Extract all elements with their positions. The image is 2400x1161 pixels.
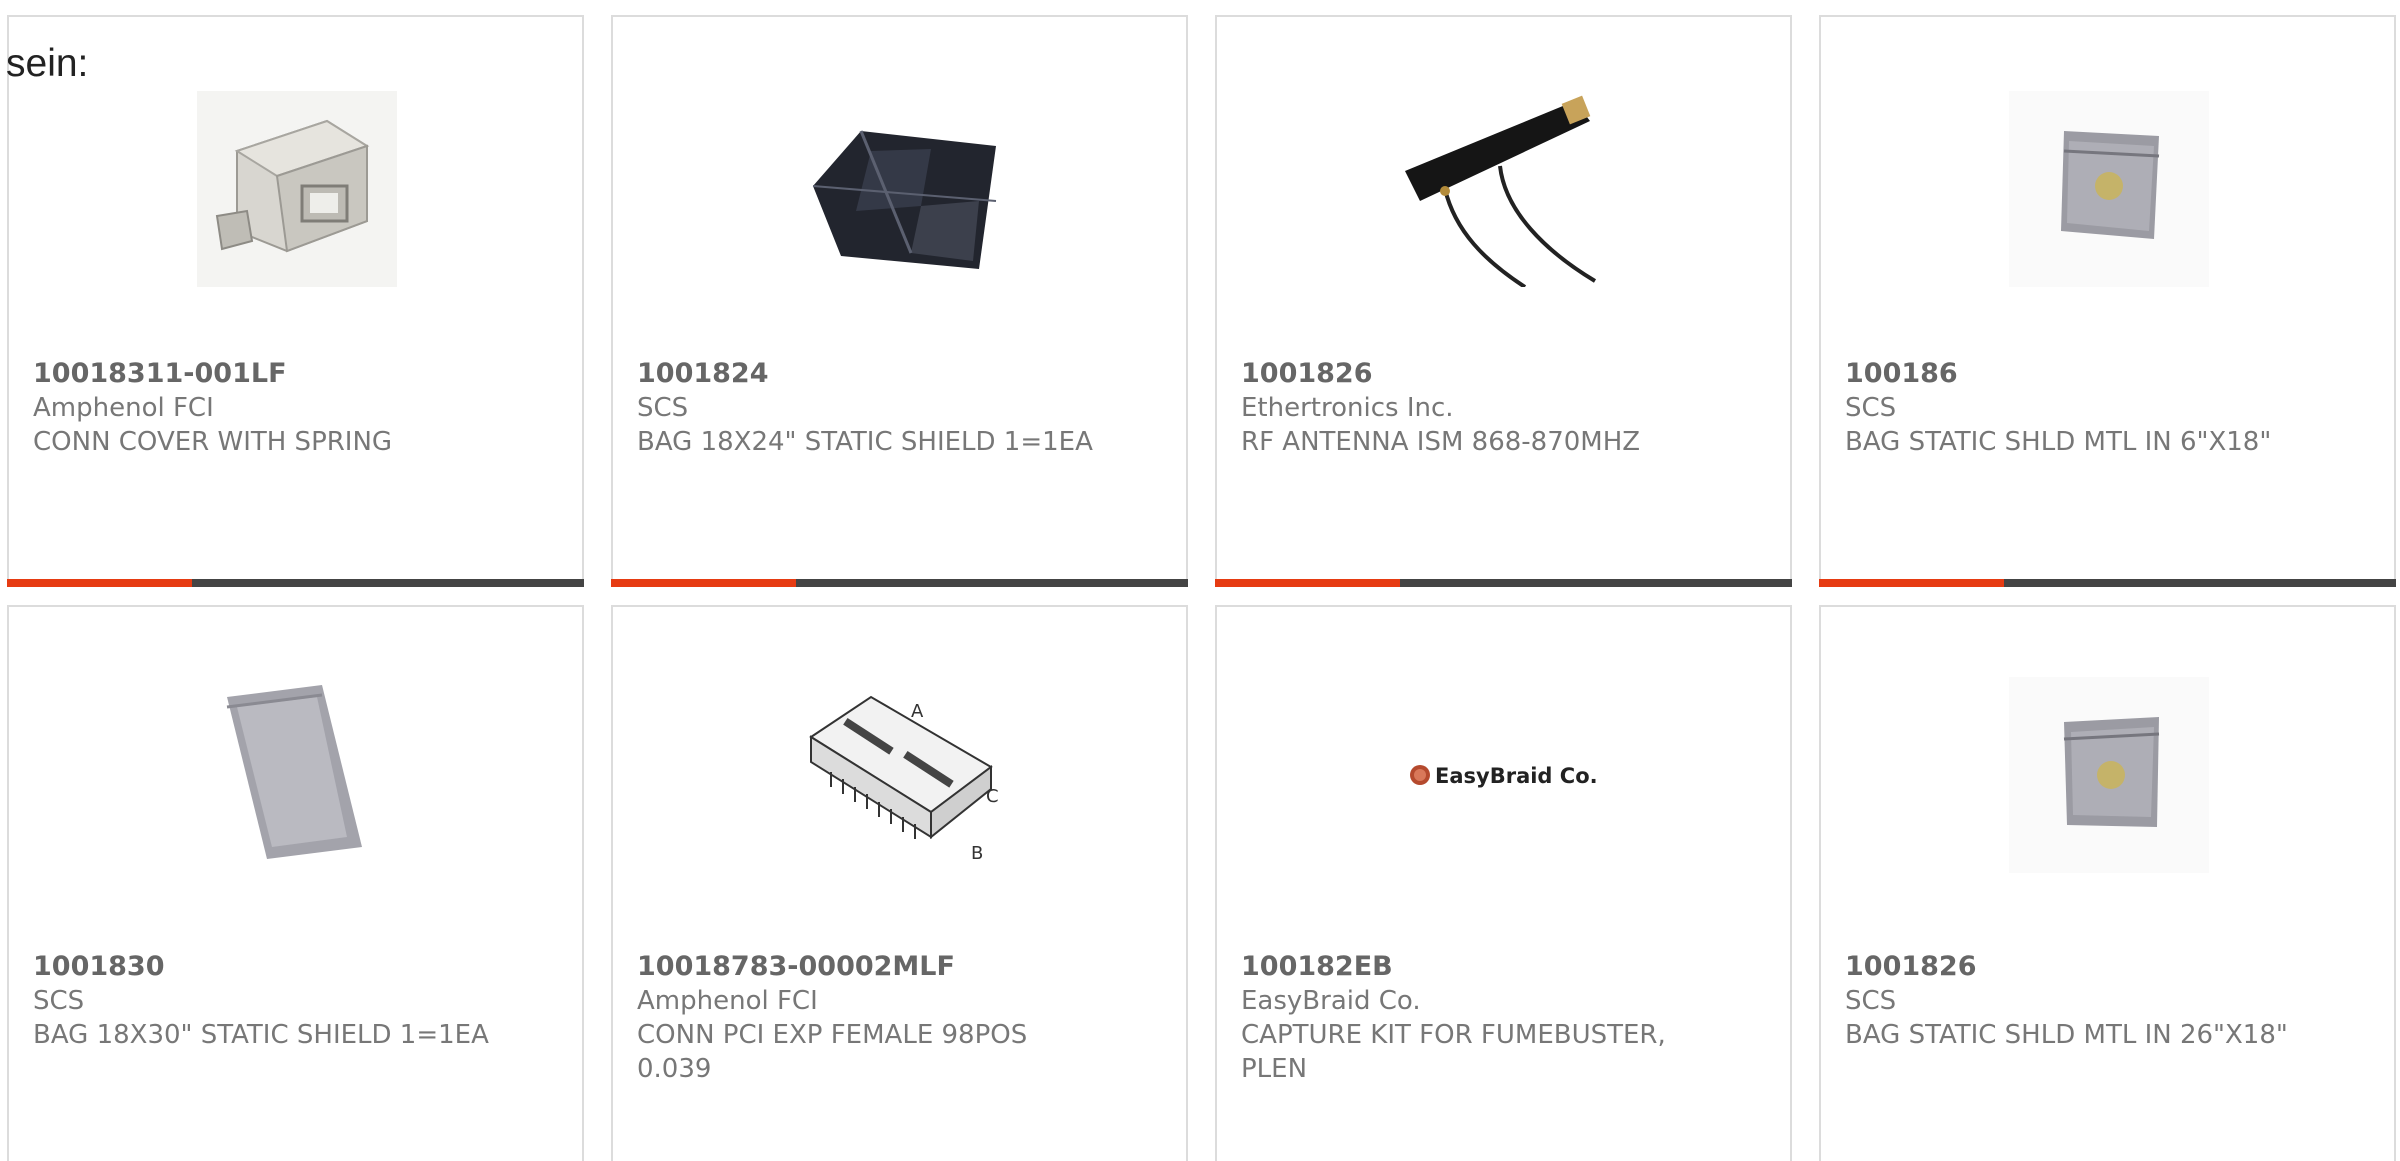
product-card[interactable]: A B C 10018783-00002MLF Amphenol FCI CON… bbox=[611, 605, 1188, 1161]
pci-connector-drawing: A B C bbox=[801, 677, 1001, 873]
progress-bar bbox=[611, 579, 1188, 587]
static-bag-small-image bbox=[2009, 91, 2209, 287]
product-info: 1001824 SCS BAG 18X24" STATIC SHIELD 1=1… bbox=[637, 357, 1166, 459]
manufacturer: SCS bbox=[1845, 393, 1897, 423]
progress-fill bbox=[1215, 579, 1400, 587]
product-card[interactable]: 1001830 SCS BAG 18X30" STATIC SHIELD 1=1… bbox=[7, 605, 584, 1161]
progress-bar bbox=[7, 579, 584, 587]
progress-fill bbox=[611, 579, 796, 587]
part-number[interactable]: 10018311-001LF bbox=[33, 357, 562, 391]
manufacturer: EasyBraid Co. bbox=[1241, 986, 1421, 1016]
drawing-label-b: B bbox=[971, 843, 983, 864]
product-grid: 10018311-001LF Amphenol FCI CONN COVER W… bbox=[0, 0, 2400, 1161]
product-card[interactable]: 10018311-001LF Amphenol FCI CONN COVER W… bbox=[7, 15, 584, 587]
product-info: 10018311-001LF Amphenol FCI CONN COVER W… bbox=[33, 357, 562, 459]
product-card[interactable]: 1001826 Ethertronics Inc. RF ANTENNA ISM… bbox=[1215, 15, 1792, 587]
part-number[interactable]: 1001826 bbox=[1845, 950, 2374, 984]
part-number[interactable]: 100186 bbox=[1845, 357, 2374, 391]
description: CONN COVER WITH SPRING bbox=[33, 427, 393, 457]
description: CAPTURE KIT FOR FUMEBUSTER, PLEN bbox=[1241, 1020, 1666, 1084]
manufacturer: Amphenol FCI bbox=[637, 986, 818, 1016]
progress-bar bbox=[1819, 579, 2396, 587]
product-card[interactable]: 100186 SCS BAG STATIC SHLD MTL IN 6"X18" bbox=[1819, 15, 2396, 587]
drawing-label-a: A bbox=[911, 701, 924, 722]
product-image[interactable] bbox=[2009, 677, 2209, 873]
manufacturer: Amphenol FCI bbox=[33, 393, 214, 423]
drawing-label-c: C bbox=[986, 786, 999, 807]
static-bag-tilted-image bbox=[197, 677, 397, 873]
static-bag-image bbox=[801, 91, 1001, 287]
part-number[interactable]: 100182EB bbox=[1241, 950, 1770, 984]
description: BAG STATIC SHLD MTL IN 26"X18" bbox=[1845, 1020, 2288, 1050]
manufacturer: Ethertronics Inc. bbox=[1241, 393, 1454, 423]
description: BAG 18X30" STATIC SHIELD 1=1EA bbox=[33, 1020, 489, 1050]
product-grid-page: sein: 10018311-001LF Amphenol FCI CONN C… bbox=[0, 0, 2400, 1161]
progress-fill bbox=[7, 579, 192, 587]
product-image[interactable] bbox=[801, 91, 1001, 287]
easybraid-logo: EasyBraid Co. bbox=[1405, 677, 1605, 873]
product-image[interactable] bbox=[1405, 91, 1605, 287]
product-info: 100186 SCS BAG STATIC SHLD MTL IN 6"X18" bbox=[1845, 357, 2374, 459]
product-image[interactable]: EasyBraid Co. bbox=[1405, 677, 1605, 873]
easybraid-logo-text: EasyBraid Co. bbox=[1435, 764, 1598, 788]
progress-fill bbox=[1819, 579, 2004, 587]
lead-text: sein: bbox=[6, 42, 89, 85]
connector-cover-image bbox=[197, 91, 397, 287]
part-number[interactable]: 1001824 bbox=[637, 357, 1166, 391]
product-image[interactable]: A B C bbox=[801, 677, 1001, 873]
description: CONN PCI EXP FEMALE 98POS 0.039 bbox=[637, 1020, 1028, 1084]
manufacturer: SCS bbox=[1845, 986, 1897, 1016]
progress-bar bbox=[1215, 579, 1792, 587]
product-card[interactable]: EasyBraid Co. 100182EB EasyBraid Co. CAP… bbox=[1215, 605, 1792, 1161]
product-info: 1001826 SCS BAG STATIC SHLD MTL IN 26"X1… bbox=[1845, 950, 2374, 1052]
product-info: 1001826 Ethertronics Inc. RF ANTENNA ISM… bbox=[1241, 357, 1770, 459]
product-image[interactable] bbox=[2009, 91, 2209, 287]
product-image[interactable] bbox=[197, 91, 397, 287]
product-card[interactable]: 1001824 SCS BAG 18X24" STATIC SHIELD 1=1… bbox=[611, 15, 1188, 587]
product-image[interactable] bbox=[197, 677, 397, 873]
product-card[interactable]: 1001826 SCS BAG STATIC SHLD MTL IN 26"X1… bbox=[1819, 605, 2396, 1161]
product-info: 100182EB EasyBraid Co. CAPTURE KIT FOR F… bbox=[1241, 950, 1770, 1086]
product-info: 1001830 SCS BAG 18X30" STATIC SHIELD 1=1… bbox=[33, 950, 562, 1052]
manufacturer: SCS bbox=[33, 986, 85, 1016]
product-info: 10018783-00002MLF Amphenol FCI CONN PCI … bbox=[637, 950, 1166, 1086]
part-number[interactable]: 10018783-00002MLF bbox=[637, 950, 1166, 984]
static-bag-small-image bbox=[2009, 677, 2209, 873]
description: RF ANTENNA ISM 868-870MHZ bbox=[1241, 427, 1641, 457]
description: BAG STATIC SHLD MTL IN 6"X18" bbox=[1845, 427, 2272, 457]
part-number[interactable]: 1001830 bbox=[33, 950, 562, 984]
antenna-image bbox=[1405, 91, 1605, 287]
part-number[interactable]: 1001826 bbox=[1241, 357, 1770, 391]
manufacturer: SCS bbox=[637, 393, 689, 423]
description: BAG 18X24" STATIC SHIELD 1=1EA bbox=[637, 427, 1093, 457]
